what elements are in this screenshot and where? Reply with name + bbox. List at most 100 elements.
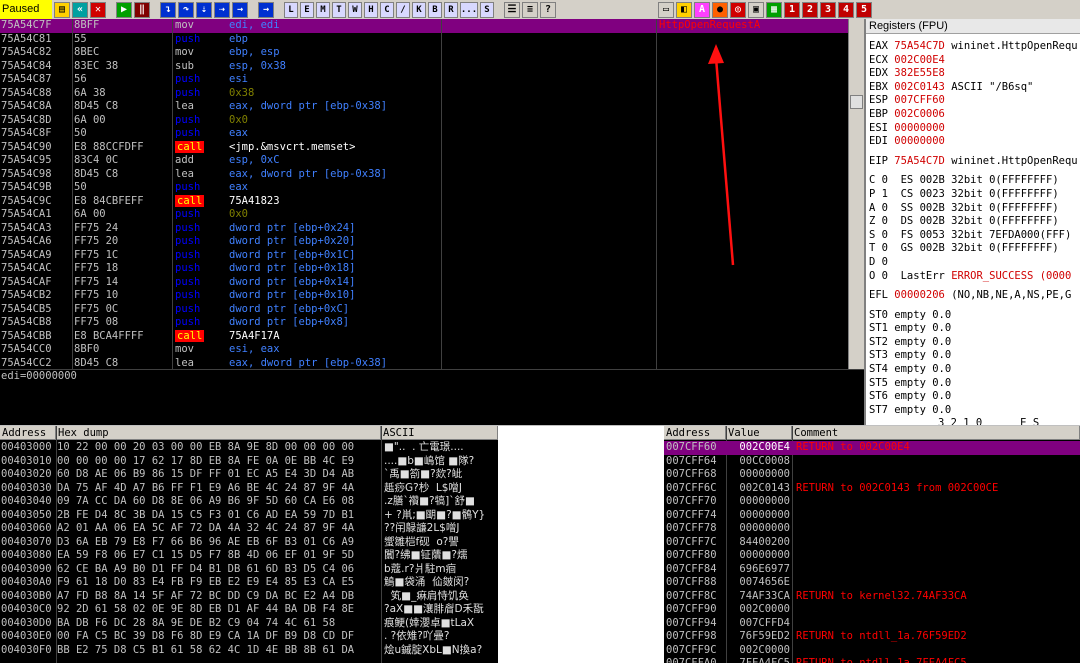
registers-pane[interactable]: Registers (FPU) EAX 75A54C7D wininet.Htt…	[864, 19, 1080, 425]
options-icon[interactable]: ☰	[504, 1, 520, 18]
disasm-row[interactable]: 75A54CB8 FF75 08 push dword ptr [ebp+0x8]	[0, 316, 864, 330]
help-icon[interactable]: ?	[540, 1, 556, 18]
disassembly-pane[interactable]: 75A54C7F 8BFF mov edi, edi HttpOpenRequestA 7…	[0, 19, 864, 369]
stack-row[interactable]: 007CFF74 00000000	[664, 509, 1080, 523]
dump-row[interactable]: 00403050 2B FE D4 8C 3B DA 15 C5 F3 01 C6…	[0, 509, 498, 523]
register-row[interactable]: EDX 382E55E8	[866, 67, 1080, 81]
hex-dump-pane[interactable]: Address Hex dump ASCII 00403000 10 22 00 …	[0, 426, 498, 663]
stack-row[interactable]: 007CFF90 002C0000	[664, 603, 1080, 617]
register-row[interactable]: EBP 002C0006	[866, 108, 1080, 122]
stack-row[interactable]: 007CFF70 00000000	[664, 495, 1080, 509]
flag-row[interactable]: O 0 LastErr ERROR_SUCCESS (0000	[866, 270, 1080, 284]
fpu-row[interactable]: ST2 empty 0.0	[866, 336, 1080, 350]
go-to-icon[interactable]: →	[258, 1, 274, 18]
disasm-row[interactable]: 75A54C90 E8 88CCFDFF call <jmp.&msvcrt.mems…	[0, 140, 864, 155]
dump-row[interactable]: 00403030 DA 75 AF 4D A7 B6 FF F1 E9 A6 BE…	[0, 482, 498, 496]
register-value[interactable]: 002C0143	[894, 81, 945, 93]
dump-row[interactable]: 004030C0 92 2D 61 58 02 0E 9E 8D EB D1 AF…	[0, 603, 498, 617]
flag-row[interactable]: Z 0 DS 002B 32bit 0(FFFFFFFF)	[866, 215, 1080, 229]
close-icon[interactable]: ✕	[90, 1, 106, 18]
disasm-row[interactable]: 75A54C98 8D45 C8 lea eax, dword ptr [ebp-0x…	[0, 168, 864, 182]
window-button-s[interactable]: S	[480, 1, 494, 18]
stack-row[interactable]: 007CFF60 002C00E4 RETURN to 002C00E4	[664, 441, 1080, 455]
step-over-icon[interactable]: ↷	[178, 1, 194, 18]
stack-row[interactable]: 007CFF88 0074656E	[664, 576, 1080, 590]
pause-icon[interactable]: ‖	[134, 1, 150, 18]
disasm-row[interactable]: 75A54C7F 8BFF mov edi, edi HttpOpenRequestA	[0, 19, 864, 33]
disasm-row[interactable]: 75A54C9B 50 push eax	[0, 181, 864, 195]
stack-row[interactable]: 007CFFA0 7FEA4FC5 RETURN to ntdll_1a.7FEA4…	[664, 657, 1080, 663]
disasm-row[interactable]: 75A54CA3 FF75 24 push dword ptr [ebp+0x24]	[0, 222, 864, 236]
register-value[interactable]: 002C0006	[894, 108, 945, 120]
window-button-w[interactable]: W	[348, 1, 362, 18]
disasm-row[interactable]: 75A54CC2 8D45 C8 lea eax, dword ptr [ebp-0x…	[0, 357, 864, 370]
register-row[interactable]: ESP 007CFF60	[866, 94, 1080, 108]
dump-header-ascii[interactable]: ASCII	[381, 426, 498, 440]
dump-row[interactable]: 004030A0 F9 61 18 D0 83 E4 FB F9 EB E2 E9…	[0, 576, 498, 590]
register-value[interactable]: 00000000	[894, 135, 945, 147]
disasm-row[interactable]: 75A54C81 55 push ebp	[0, 33, 864, 47]
dump-row[interactable]: 004030E0 00 FA C5 BC 39 D8 F6 8D E9 CA 1A…	[0, 630, 498, 644]
restart-icon[interactable]: «	[72, 1, 88, 18]
flag-row[interactable]: A 0 SS 002B 32bit 0(FFFFFFFF)	[866, 202, 1080, 216]
stack-row[interactable]: 007CFF9C 002C0000	[664, 644, 1080, 658]
plugin-icon-4[interactable]: ●	[712, 1, 728, 18]
number-button-5[interactable]: 5	[856, 1, 872, 18]
stack-row[interactable]: 007CFF7C 84400200	[664, 536, 1080, 550]
register-value[interactable]: 00000000	[894, 122, 945, 134]
register-value[interactable]: 382E55E8	[894, 67, 945, 79]
list-icon[interactable]: ≡	[522, 1, 538, 18]
flag-row[interactable]: S 0 FS 0053 32bit 7EFDA000(FFF)	[866, 229, 1080, 243]
stack-row[interactable]: 007CFF64 00CC0008	[664, 455, 1080, 469]
fpu-row[interactable]: ST7 empty 0.0	[866, 404, 1080, 418]
stack-row[interactable]: 007CFF94 007CFFD4	[664, 617, 1080, 631]
register-value[interactable]: 007CFF60	[894, 94, 945, 106]
register-row[interactable]: EBX 002C0143 ASCII "/B6sq"	[866, 81, 1080, 95]
dump-row[interactable]: 00403060 A2 01 AA 06 EA 5C AF 72 DA 4A 32…	[0, 522, 498, 536]
stack-row[interactable]: 007CFF68 00000000	[664, 468, 1080, 482]
open-icon[interactable]: ▤	[54, 1, 70, 18]
dump-row[interactable]: 00403090 62 CE BA A9 B0 D1 FF D4 B1 DB 61…	[0, 563, 498, 577]
dump-header-hex[interactable]: Hex dump	[56, 426, 381, 440]
dump-row[interactable]: 004030F0 BB E2 75 D8 C5 B1 61 58 62 4C 1D…	[0, 644, 498, 658]
flag-row[interactable]: T 0 GS 002B 32bit 0(FFFFFFFF)	[866, 242, 1080, 256]
number-button-1[interactable]: 1	[784, 1, 800, 18]
dump-row[interactable]: 00403000 10 22 00 00 20 03 00 00 EB 8A 9E…	[0, 441, 498, 455]
plugin-icon-3[interactable]: A	[694, 1, 710, 18]
window-button-e[interactable]: E	[300, 1, 314, 18]
fpu-row[interactable]: ST1 empty 0.0	[866, 322, 1080, 336]
dump-row[interactable]: 004030D0 BA DB F6 DC 28 8A 9E DE B2 C9 04…	[0, 617, 498, 631]
stack-row[interactable]: 007CFF78 00000000	[664, 522, 1080, 536]
window-button-m[interactable]: M	[316, 1, 330, 18]
window-button-r[interactable]: R	[444, 1, 458, 18]
fpu-row[interactable]: ST3 empty 0.0	[866, 349, 1080, 363]
window-button-k[interactable]: K	[412, 1, 426, 18]
fpu-row[interactable]: ST6 empty 0.0	[866, 390, 1080, 404]
window-button-slash[interactable]: /	[396, 1, 410, 18]
register-value[interactable]: 002C00E4	[894, 54, 945, 66]
window-button-dots[interactable]: ...	[460, 1, 478, 18]
window-button-b[interactable]: B	[428, 1, 442, 18]
dump-row[interactable]: 00403020 60 D8 AE 06 B9 86 15 DF FF 01 EC…	[0, 468, 498, 482]
fpu-row[interactable]: ST5 empty 0.0	[866, 377, 1080, 391]
fpu-row[interactable]: ST0 empty 0.0	[866, 309, 1080, 323]
number-button-3[interactable]: 3	[820, 1, 836, 18]
disasm-row[interactable]: 75A54CA1 6A 00 push 0x0	[0, 208, 864, 222]
number-button-4[interactable]: 4	[838, 1, 854, 18]
flag-row[interactable]: C 0 ES 002B 32bit 0(FFFFFFFF)	[866, 174, 1080, 188]
disasm-row[interactable]: 75A54CA6 FF75 20 push dword ptr [ebp+0x20]	[0, 235, 864, 249]
window-button-c[interactable]: C	[380, 1, 394, 18]
stack-row[interactable]: 007CFF98 76F59ED2 RETURN to ntdll_1a.76F59…	[664, 630, 1080, 644]
dump-header-address[interactable]: Address	[0, 426, 56, 440]
dump-row[interactable]: 00403010 00 00 00 00 17 62 17 8D EB 8A FE…	[0, 455, 498, 469]
register-row[interactable]: ECX 002C00E4	[866, 54, 1080, 68]
number-button-2[interactable]: 2	[802, 1, 818, 18]
run-icon[interactable]: ▶	[116, 1, 132, 18]
plugin-icon-5[interactable]: ◎	[730, 1, 746, 18]
disasm-row[interactable]: 75A54C8D 6A 00 push 0x0	[0, 114, 864, 128]
efl-row[interactable]: EFL 00000206 (NO,NB,NE,A,NS,PE,G	[866, 289, 1080, 303]
stack-header-value[interactable]: Value	[726, 426, 792, 440]
disasm-row[interactable]: 75A54C88 6A 38 push 0x38	[0, 87, 864, 101]
stack-row[interactable]: 007CFF84 696E6977	[664, 563, 1080, 577]
disasm-row[interactable]: 75A54CAF FF75 14 push dword ptr [ebp+0x14]	[0, 276, 864, 290]
